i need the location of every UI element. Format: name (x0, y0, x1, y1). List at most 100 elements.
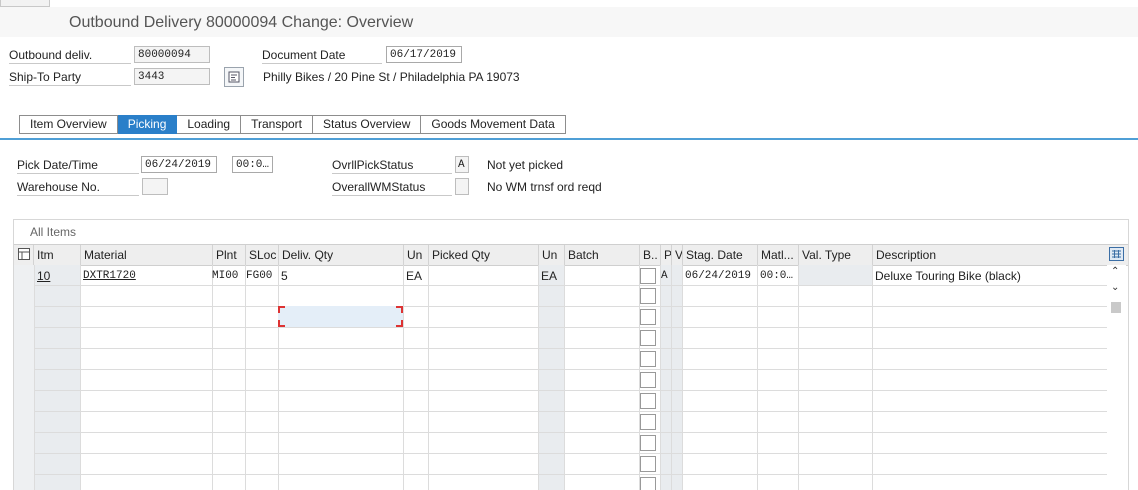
grid-line (671, 265, 672, 490)
grid-line (212, 265, 213, 490)
col-matl[interactable]: Matl... (757, 245, 799, 265)
row-line (34, 306, 1107, 307)
ship-to-party-field: 3443 (134, 68, 210, 85)
row-selector-column[interactable] (14, 265, 34, 490)
row-line (34, 474, 1107, 475)
table-row-un[interactable]: EA (403, 266, 428, 286)
row-line (34, 369, 1107, 370)
row-checkbox[interactable] (640, 309, 656, 325)
tab-picking[interactable]: Picking (117, 115, 178, 134)
grid-line (245, 265, 246, 490)
overall-wm-status-label: OverallWMStatus (332, 180, 452, 196)
row-checkbox[interactable] (640, 351, 656, 367)
partner-detail-button[interactable] (224, 67, 244, 87)
row-checkbox[interactable] (640, 268, 656, 284)
row-checkbox[interactable] (640, 288, 656, 304)
ovrl-pick-status-label: OvrllPickStatus (332, 158, 452, 174)
col-plnt[interactable]: Plnt (212, 245, 246, 265)
col-deliv-qty[interactable]: Deliv. Qty (278, 245, 404, 265)
grid-line (660, 265, 661, 490)
col-description[interactable]: Description (872, 245, 1107, 265)
row-checkbox[interactable] (640, 393, 656, 409)
table-settings-icon[interactable] (1109, 247, 1124, 261)
row-line (34, 327, 1107, 328)
col-stag-date[interactable]: Stag. Date (682, 245, 758, 265)
ovrl-pick-status-text: Not yet picked (487, 158, 564, 172)
pick-time-field[interactable]: 00:0… (232, 156, 273, 173)
section-title: All Items (30, 225, 77, 239)
col-un[interactable]: Un (403, 245, 429, 265)
table-row-material[interactable]: DXTR1720 (80, 266, 212, 286)
ovrl-pick-status-field: A (455, 156, 469, 173)
grid-line (34, 265, 35, 490)
table-settings-glyph (1112, 250, 1121, 258)
table-row-deliv-qty[interactable]: 5 (278, 266, 403, 286)
ship-to-address: Philly Bikes / 20 Pine St / Philadelphia… (263, 70, 520, 84)
table-row-un-2: EA (541, 269, 558, 283)
grid-line (428, 265, 429, 490)
grid-line (798, 265, 799, 490)
table-row-stag-date[interactable]: 06/24/2019 (682, 266, 757, 286)
row-checkbox[interactable] (640, 372, 656, 388)
grid-line (872, 265, 873, 490)
all-items-table: All Items Itm Material Plnt SLoc Deliv. … (13, 219, 1129, 490)
chevron-up-icon[interactable]: ⌃ (1111, 266, 1119, 277)
itm-column-bg (34, 265, 80, 490)
warehouse-no-label: Warehouse No. (17, 180, 139, 196)
tab-status-overview[interactable]: Status Overview (313, 115, 422, 134)
tab-goods-movement-data[interactable]: Goods Movement Data (421, 115, 566, 134)
chevron-down-icon[interactable]: ⌄ (1111, 282, 1119, 293)
focus-corner (396, 320, 403, 327)
col-sloc[interactable]: SLoc (245, 245, 279, 265)
table-row-description[interactable]: Deluxe Touring Bike (black) (872, 266, 1107, 286)
warehouse-no-field (142, 178, 168, 195)
grid-line (278, 265, 279, 490)
table-row-val-type (798, 266, 872, 286)
toolbar-stub (0, 0, 50, 7)
pick-date-field[interactable]: 06/24/2019 (141, 156, 217, 173)
grid-line (682, 265, 683, 490)
col-un-2[interactable]: Un (538, 245, 565, 265)
col-itm[interactable]: Itm (33, 245, 81, 265)
table-row-v (671, 266, 682, 286)
select-all-icon[interactable] (18, 248, 30, 260)
document-date-field[interactable]: 06/17/2019 (386, 46, 462, 63)
row-checkbox[interactable] (640, 330, 656, 346)
row-line (34, 348, 1107, 349)
document-date-label: Document Date (262, 48, 382, 64)
tab-loading[interactable]: Loading (177, 115, 242, 134)
row-checkbox[interactable] (640, 477, 656, 490)
focused-deliv-qty-cell[interactable] (278, 306, 403, 327)
row-checkbox[interactable] (640, 414, 656, 430)
focus-corner (396, 306, 403, 313)
col-material[interactable]: Material (80, 245, 213, 265)
col-b[interactable]: B.. (639, 245, 661, 265)
scrollbar-thumb[interactable] (1111, 302, 1121, 313)
table-row-plnt[interactable]: MI00 (211, 266, 245, 286)
table-row-itm[interactable]: 10 (34, 266, 80, 286)
grid-line (538, 265, 539, 490)
grid-line (757, 265, 758, 490)
col-val-type[interactable]: Val. Type (798, 245, 873, 265)
title-bar: Outbound Delivery 80000094 Change: Overv… (0, 7, 1138, 37)
table-row-batch[interactable] (564, 266, 639, 286)
table-header: Itm Material Plnt SLoc Deliv. Qty Un Pic… (14, 244, 1128, 266)
detail-icon (228, 71, 240, 83)
overall-wm-status-field (455, 178, 469, 195)
pick-date-time-label: Pick Date/Time (17, 158, 139, 174)
tab-item-overview[interactable]: Item Overview (19, 115, 118, 134)
vertical-scrollbar[interactable]: ⌃ ⌄ (1107, 265, 1126, 490)
table-row-matl[interactable]: 00:0… (757, 266, 798, 286)
page-title: Outbound Delivery 80000094 Change: Overv… (69, 14, 414, 31)
table-row-sloc[interactable]: FG00 (245, 266, 278, 286)
row-checkbox[interactable] (640, 456, 656, 472)
row-line (34, 411, 1107, 412)
tab-strip: Item Overview Picking Loading Transport … (19, 115, 566, 134)
grid-line (564, 265, 565, 490)
col-batch[interactable]: Batch (564, 245, 640, 265)
tab-transport[interactable]: Transport (241, 115, 313, 134)
table-row-picked-qty[interactable] (428, 266, 538, 286)
row-checkbox[interactable] (640, 435, 656, 451)
un2-column-bg (538, 265, 564, 490)
col-picked-qty[interactable]: Picked Qty (428, 245, 539, 265)
